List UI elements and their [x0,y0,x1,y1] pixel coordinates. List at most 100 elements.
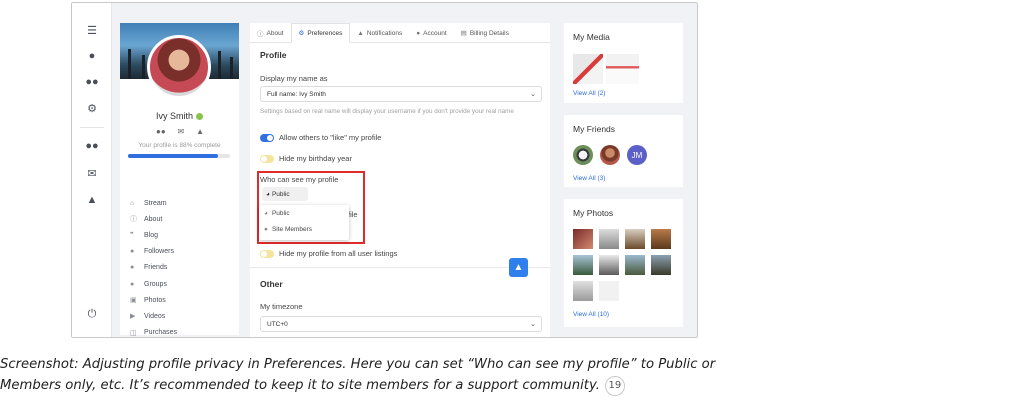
chevron-down-icon: ⌄ [530,321,536,328]
nav-label: Followers [144,248,174,256]
tab-label: About [266,29,284,37]
nav-item-followers[interactable]: ● Followers [130,244,235,260]
option-public[interactable]: ◕ Public [259,205,349,221]
chevron-down-icon: ⌄ [530,91,536,98]
option-site-members[interactable]: ● Site Members [259,221,349,237]
nav-label: Videos [144,312,166,320]
media-card: My Media View All (2) [564,23,683,103]
nav-item-purchases[interactable]: ◫ Purchases [130,325,235,338]
profile-completion-fill [128,154,218,158]
nav-item-about[interactable]: ⓘ About [130,211,235,227]
avatar[interactable] [147,35,211,99]
hide-birthday-label: Hide my birthday year [279,154,352,163]
footnote-marker[interactable]: 19 [604,375,625,396]
profile-nav: ⌂ Stream ⓘ About ❞ Blog ● Followers ● Friends… [130,195,235,338]
photo-thumb[interactable] [599,281,619,301]
timezone-select[interactable]: UTC+0 ⌄ [260,316,542,332]
section-divider [250,267,550,268]
nav-item-blog[interactable]: ❞ Blog [130,227,235,243]
allow-like-toggle[interactable] [260,133,274,142]
photo-thumb[interactable] [573,255,593,275]
photo-thumb[interactable] [651,255,671,275]
notify-icon[interactable]: ▲ [196,127,204,136]
option-label: Public [271,209,290,217]
settings-tabs: ⓘ About ⚙ Preferences ▲ Notifications ● Acco… [250,23,550,43]
media-view-all-link[interactable]: View All (2) [573,90,605,97]
add-friend-icon[interactable]: ●● [156,127,166,136]
display-name-select[interactable]: Full name: Ivy Smith ⌄ [260,86,542,102]
section-title-profile: Profile [260,50,287,60]
gear-icon: ⚙ [298,30,305,37]
nav-label: Stream [144,199,167,207]
friends-title: My Friends [573,124,616,134]
caption-line-2-row: Members only, etc. It’s recommended to k… [0,375,1010,396]
friends-icon: ● [130,264,135,272]
nav-item-videos[interactable]: ▶ Videos [130,308,235,324]
info-icon: ⓘ [130,216,137,224]
profile-completion-bar [128,154,230,158]
mail-icon[interactable]: ✉ [84,165,100,181]
tab-notifications[interactable]: ▲ Notifications [350,23,409,43]
tab-label: Notifications [366,29,403,37]
nav-item-stream[interactable]: ⌂ Stream [130,195,235,211]
photo-thumb[interactable] [573,281,593,301]
members-icon: ● [264,225,268,233]
menu-icon[interactable]: ☰ [84,22,100,38]
option-label: Site Members [271,225,313,233]
users-icon[interactable]: ●● [84,74,100,90]
nav-item-friends[interactable]: ● Friends [130,260,235,276]
friend-avatar[interactable]: JM [627,145,647,165]
user-icon[interactable]: ● [84,48,100,64]
photo-thumb[interactable] [625,255,645,275]
photo-thumb[interactable] [651,229,671,249]
globe-icon: ◕ [264,209,268,217]
timezone-value: UTC+0 [267,320,288,328]
hide-listings-toggle[interactable] [260,249,274,258]
profile-actions: ●● ✉ ▲ [156,127,204,136]
media-title: My Media [573,32,610,42]
nav-label: Friends [144,264,168,272]
nav-label: Photos [144,296,166,304]
visibility-button[interactable]: ◕ Public [262,187,308,201]
display-name-value: Full name: Ivy Smith [267,90,326,98]
photo-thumb[interactable] [599,229,619,249]
message-icon[interactable]: ✉ [178,127,185,136]
media-thumb[interactable] [573,54,603,84]
photos-view-all-link[interactable]: View All (10) [573,311,609,318]
media-thumb[interactable] [606,54,639,84]
nav-label: Groups [144,280,167,288]
scroll-to-top-button[interactable]: ▲ [509,258,528,277]
bell-icon[interactable]: ▲ [84,192,100,208]
friend-avatar[interactable] [573,145,593,165]
info-icon: ⓘ [257,31,264,38]
hide-birthday-toggle[interactable] [260,154,274,163]
hide-birthday-row: Hide my birthday year [260,154,352,163]
tab-billing[interactable]: ▤ Billing Details [454,23,516,43]
photo-icon: ▣ [130,297,137,305]
user-icon: ● [416,29,421,37]
timezone-label: My timezone [260,302,303,311]
video-icon: ▶ [130,313,136,321]
photo-thumb[interactable] [625,229,645,249]
friend-avatar[interactable] [600,145,620,165]
hide-listings-row: Hide my profile from all user listings [260,249,397,258]
photo-thumb[interactable] [573,229,593,249]
nav-label: Purchases [144,329,178,337]
power-icon[interactable]: ⏻ [84,306,100,322]
visibility-value: Public [271,190,290,198]
photos-card: My Photos View All (10) [564,199,683,327]
tab-preferences[interactable]: ⚙ Preferences [290,23,351,43]
gear-icon[interactable]: ⚙ [84,100,100,116]
tab-about[interactable]: ⓘ About [250,23,291,43]
profile-card: Ivy Smith ●● ✉ ▲ Your profile is 88% com… [120,23,239,338]
photo-thumb[interactable] [599,255,619,275]
nav-label: About [144,215,163,223]
bell-icon: ▲ [357,29,364,37]
nav-item-photos[interactable]: ▣ Photos [130,292,235,308]
group-icon[interactable]: ●● [84,138,100,154]
who-can-see-label: Who can see my profile [260,175,339,184]
follower-icon: ● [130,248,135,256]
nav-item-groups[interactable]: ● Groups [130,276,235,292]
friends-view-all-link[interactable]: View All (3) [573,175,605,182]
tab-account[interactable]: ● Account [409,23,453,43]
